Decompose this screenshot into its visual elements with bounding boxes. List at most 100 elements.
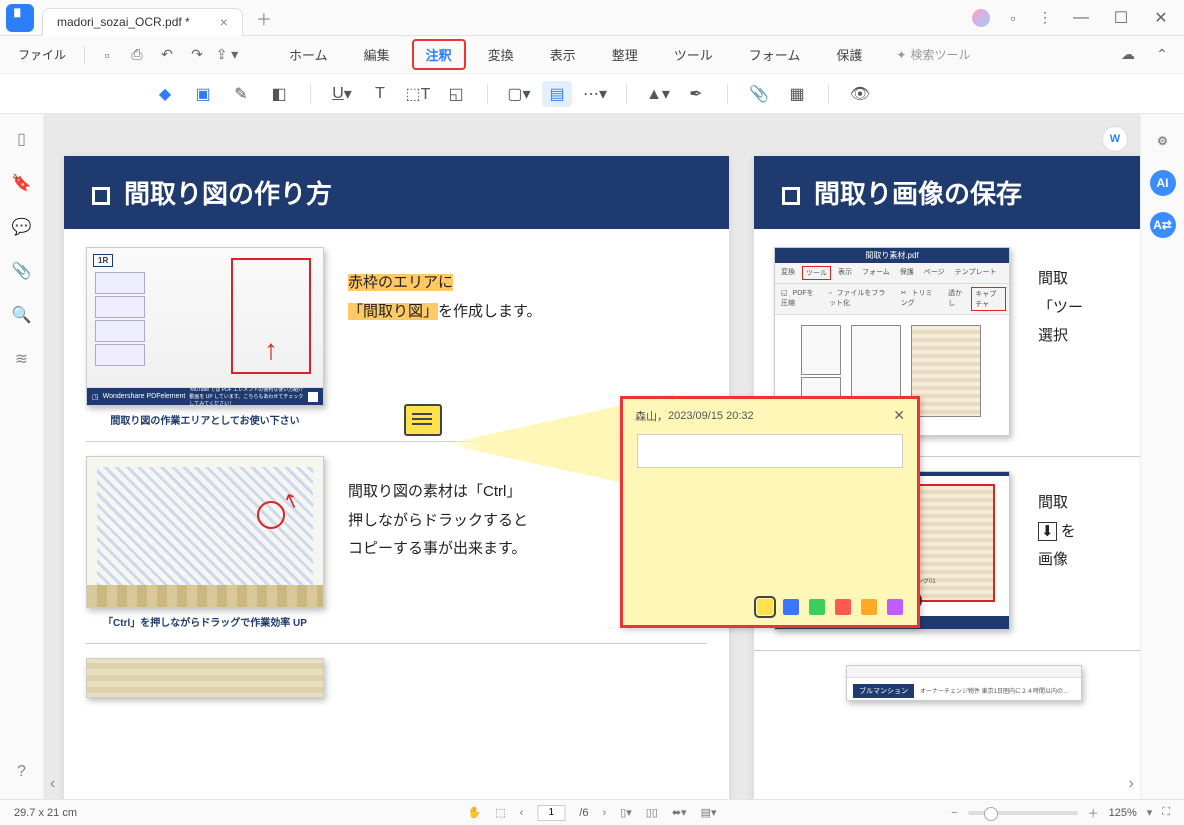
main-menu: ホーム 編集 注釈 変換 表示 整理 ツール フォーム 保護 <box>275 39 876 70</box>
prev-page-button[interactable]: ‹ <box>520 807 524 819</box>
search-tools[interactable]: ✦ 検索ツール <box>896 46 970 63</box>
shape-icon[interactable]: ▢▾ <box>504 81 534 107</box>
menu-edit[interactable]: 編集 <box>350 39 404 70</box>
notification-icon[interactable]: ▫ <box>1004 9 1022 27</box>
stamp-icon[interactable]: ▲▾ <box>643 81 673 107</box>
comments-icon[interactable]: 💬 <box>11 216 33 238</box>
sticky-timestamp: 2023/09/15 20:32 <box>668 410 754 422</box>
fullscreen-icon[interactable]: ⛶ <box>1162 806 1170 819</box>
underline-icon[interactable]: U▾ <box>327 81 357 107</box>
kebab-menu-icon[interactable]: ⋮ <box>1036 9 1054 27</box>
close-window-button[interactable]: ✕ <box>1148 5 1174 31</box>
menu-forms[interactable]: フォーム <box>735 39 815 70</box>
signature-icon[interactable]: ✒ <box>681 81 711 107</box>
attachment-icon[interactable]: 📎 <box>744 81 774 107</box>
new-tab-button[interactable]: ＋ <box>253 7 275 29</box>
attachments-panel-icon[interactable]: 📎 <box>11 260 33 282</box>
right-sidebar: ⚙ AI A⇄ <box>1140 114 1184 799</box>
menu-tools[interactable]: ツール <box>660 39 727 70</box>
undo-icon[interactable]: ↶ <box>155 43 179 67</box>
measure-icon[interactable]: ⋯▾ <box>580 81 610 107</box>
zoom-value: 125% <box>1109 807 1137 819</box>
highlighter-icon[interactable]: ◆ <box>150 81 180 107</box>
color-purple[interactable] <box>887 599 903 615</box>
tab-title: madori_sozai_OCR.pdf * <box>57 15 190 29</box>
menubar: ファイル ▫ ⎙ ↶ ↷ ⇪ ▾ ホーム 編集 注釈 変換 表示 整理 ツール … <box>0 36 1184 74</box>
row1-caption: 間取り図の作業エリアとしてお使い下さい <box>86 412 324 427</box>
color-green[interactable] <box>809 599 825 615</box>
properties-icon[interactable]: ⚙ <box>1150 128 1176 154</box>
menu-view[interactable]: 表示 <box>536 39 590 70</box>
color-blue[interactable] <box>783 599 799 615</box>
textbox-icon[interactable]: ⬚T <box>403 81 433 107</box>
text-icon[interactable]: T <box>365 81 395 107</box>
help-icon[interactable]: ? <box>11 761 33 783</box>
row1-thumbnail: 1R ↑ ◳Wondershare PDFelementYouTube では P… <box>86 247 324 406</box>
hand-tool-icon[interactable]: ✋ <box>468 806 482 819</box>
titlebar: ▘ madori_sozai_OCR.pdf * × ＋ ▫ ⋮ — ☐ ✕ <box>0 0 1184 36</box>
menu-home[interactable]: ホーム <box>275 39 342 70</box>
page-dimensions: 29.7 x 21 cm <box>14 807 77 819</box>
note-annotation-icon[interactable] <box>404 404 442 436</box>
user-avatar-icon[interactable] <box>972 9 990 27</box>
annotation-toolbar: ◆ ▣ ✎ ◧ U▾ T ⬚T ◱ ▢▾ ▤ ⋯▾ ▲▾ ✒ 📎 ▦ 👁 <box>0 74 1184 114</box>
page1-row2: ↘ 「Ctrl」を押しながらドラッグで作業効率 UP 間取り図の素材は「Ctrl… <box>86 456 707 644</box>
translate-icon[interactable]: A⇄ <box>1150 212 1176 238</box>
word-export-badge[interactable]: W <box>1102 126 1128 152</box>
form-icon[interactable]: ▦ <box>782 81 812 107</box>
sticky-author: 森山， <box>635 408 668 424</box>
callout-icon[interactable]: ◱ <box>441 81 471 107</box>
maximize-button[interactable]: ☐ <box>1108 5 1134 31</box>
read-mode-icon[interactable]: ▤▾ <box>701 806 717 819</box>
print-icon[interactable]: ⎙ <box>125 43 149 67</box>
pencil-icon[interactable]: ✎ <box>226 81 256 107</box>
single-page-icon[interactable]: ▯▾ <box>620 806 632 819</box>
document-canvas[interactable]: W 間取り図の作り方 1R ↑ ◳Wondershare PDFel <box>44 114 1140 799</box>
document-tab[interactable]: madori_sozai_OCR.pdf * × <box>42 8 243 36</box>
sticky-note-popup[interactable]: 森山， 2023/09/15 20:32 ✕ <box>620 396 920 628</box>
statusbar: 29.7 x 21 cm ✋ ⬚ ‹ /6 › ▯▾ ▯▯ ⬌▾ ▤▾ − ＋ … <box>0 799 1184 825</box>
scroll-right-button[interactable]: › <box>1129 775 1134 793</box>
save-icon[interactable]: ▫ <box>95 43 119 67</box>
share-icon[interactable]: ⇪ ▾ <box>215 43 239 67</box>
cloud-icon[interactable]: ☁ <box>1116 43 1140 67</box>
menu-annotate[interactable]: 注釈 <box>412 39 466 70</box>
sticky-text-input[interactable] <box>637 434 903 468</box>
scroll-left-button[interactable]: ‹ <box>50 775 55 793</box>
ai-icon[interactable]: AI <box>1150 170 1176 196</box>
menu-protect[interactable]: 保護 <box>822 39 876 70</box>
next-page-button[interactable]: › <box>602 807 606 819</box>
menu-convert[interactable]: 変換 <box>474 39 528 70</box>
color-orange[interactable] <box>861 599 877 615</box>
sticky-close-button[interactable]: ✕ <box>893 407 905 424</box>
color-red[interactable] <box>835 599 851 615</box>
zoom-in-button[interactable]: ＋ <box>1088 805 1099 821</box>
redo-icon[interactable]: ↷ <box>185 43 209 67</box>
menu-organize[interactable]: 整理 <box>598 39 652 70</box>
row2-caption: 「Ctrl」を押しながらドラッグで作業効率 UP <box>86 614 324 629</box>
sticky-note-icon[interactable]: ▤ <box>542 81 572 107</box>
app-logo: ▘ <box>6 4 34 32</box>
file-menu[interactable]: ファイル <box>10 42 74 67</box>
area-highlight-icon[interactable]: ▣ <box>188 81 218 107</box>
search-icon[interactable]: 🔍 <box>11 304 33 326</box>
select-tool-icon[interactable]: ⬚ <box>495 806 505 819</box>
color-yellow[interactable] <box>757 599 773 615</box>
thumbnails-icon[interactable]: ▯ <box>11 128 33 150</box>
p2-row3-thumbnail: ブルマンションオーナーチェンジ物件 東京1日圏内に２４時間以内の… <box>846 665 1082 701</box>
left-sidebar: ▯ 🔖 💬 📎 🔍 ≋ ? <box>0 114 44 799</box>
page1-header: 間取り図の作り方 <box>64 156 729 229</box>
two-page-icon[interactable]: ▯▯ <box>646 806 658 819</box>
eraser-icon[interactable]: ◧ <box>264 81 294 107</box>
zoom-out-button[interactable]: − <box>951 807 957 819</box>
bookmarks-icon[interactable]: 🔖 <box>11 172 33 194</box>
minimize-button[interactable]: — <box>1068 5 1094 31</box>
close-tab-icon[interactable]: × <box>220 14 228 30</box>
fit-width-icon[interactable]: ⬌▾ <box>672 806 687 819</box>
eye-icon[interactable]: 👁 <box>845 81 875 107</box>
row3-thumbnail <box>86 658 324 698</box>
page-number-input[interactable] <box>537 805 565 821</box>
layers-icon[interactable]: ≋ <box>11 348 33 370</box>
zoom-slider[interactable] <box>968 811 1078 815</box>
chevron-up-icon[interactable]: ⌃ <box>1150 43 1174 67</box>
